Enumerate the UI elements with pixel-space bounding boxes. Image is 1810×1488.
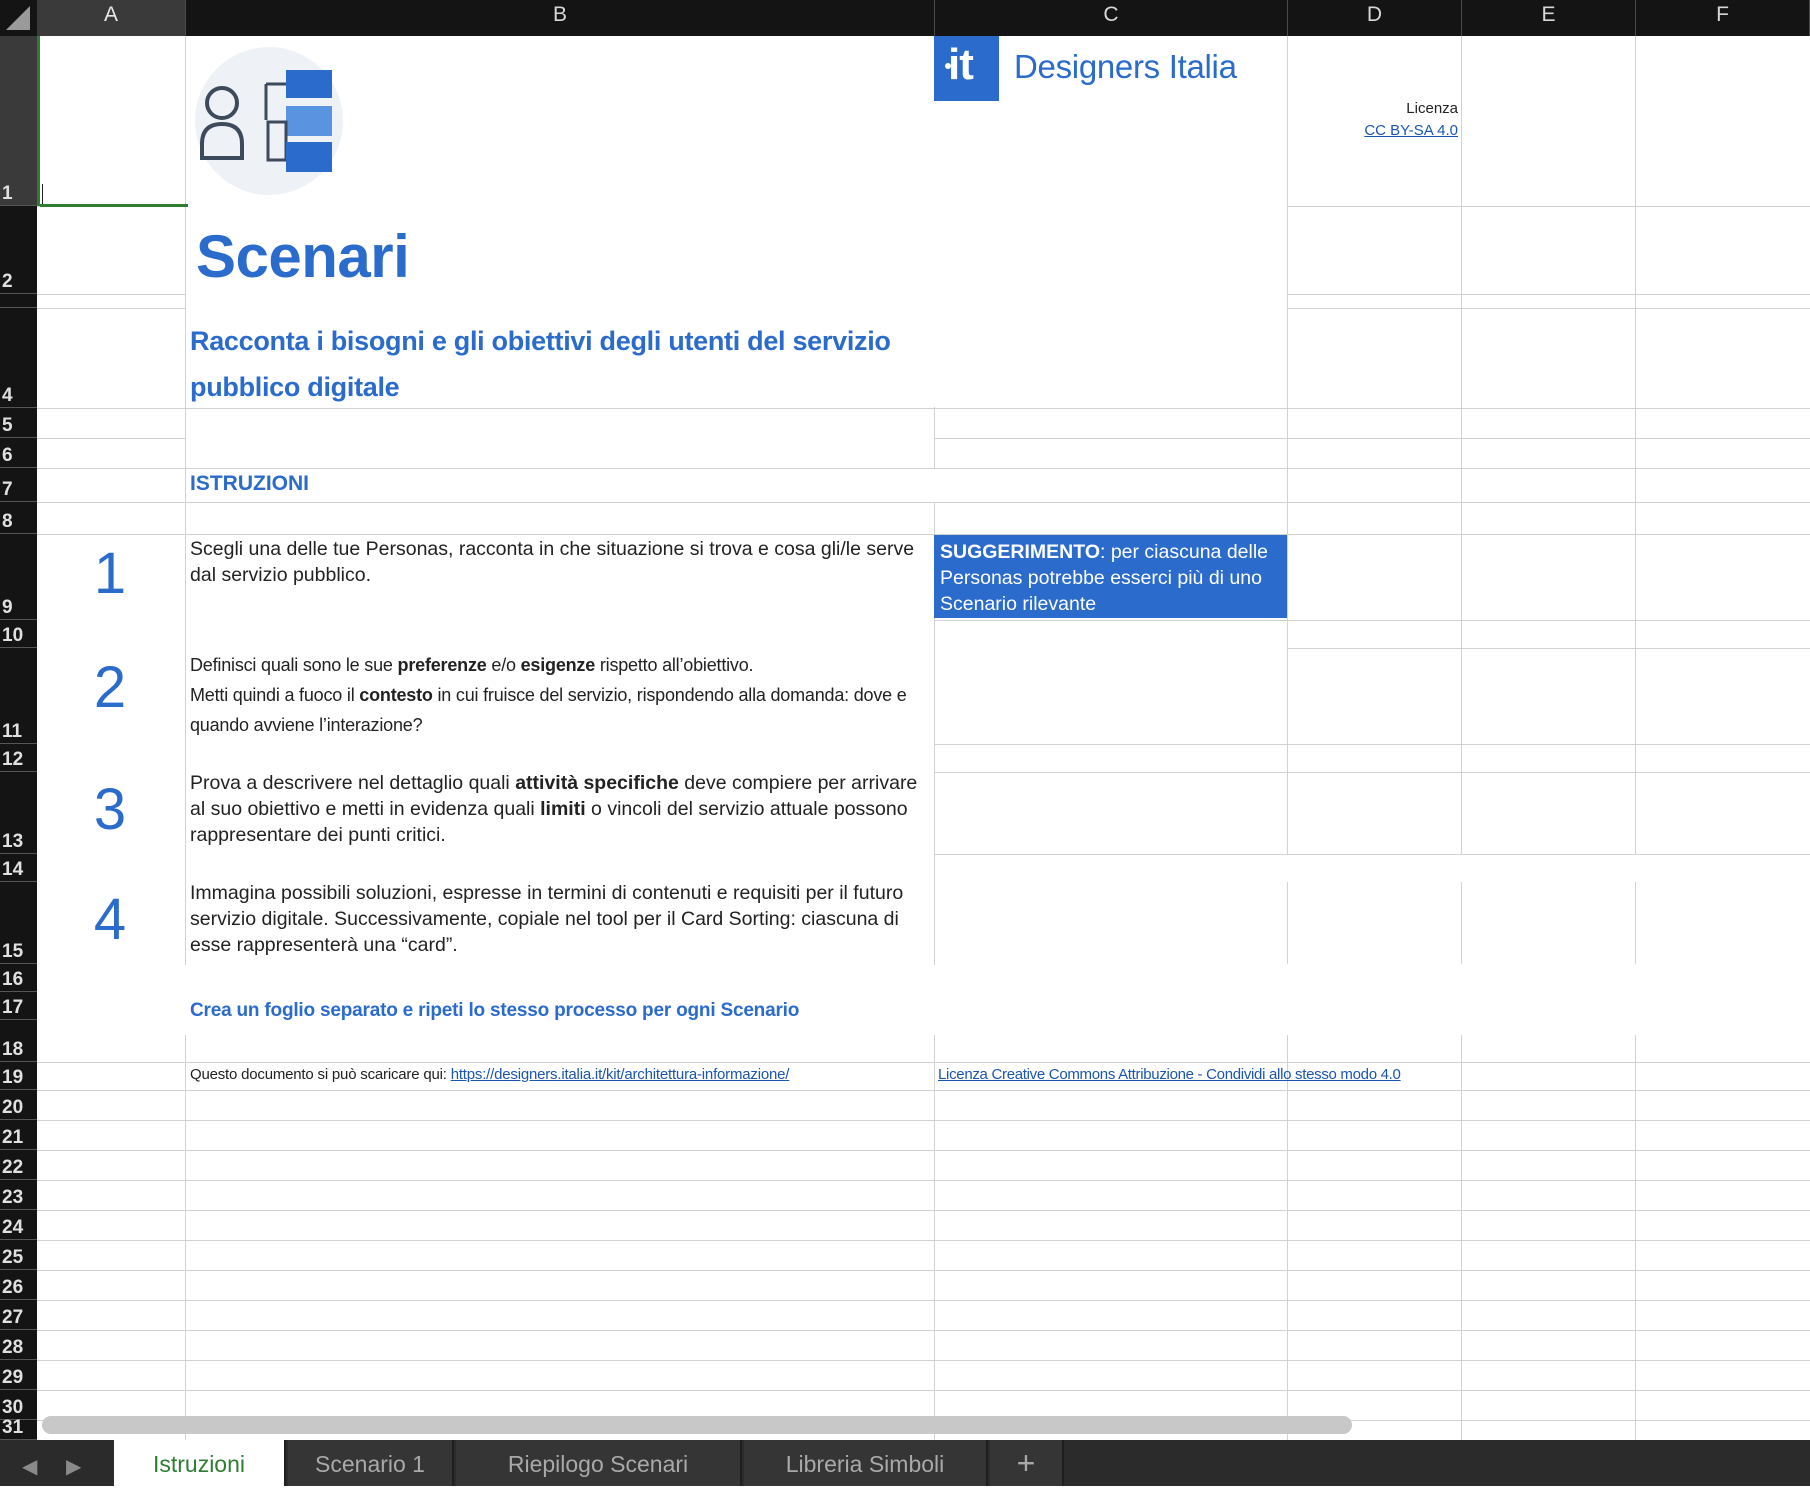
row-header-8[interactable]: 8 — [0, 502, 37, 534]
page-subtitle: Racconta i bisogni e gli obiettivi degli… — [190, 326, 891, 402]
tab-riepilogo-scenari[interactable]: Riepilogo Scenari — [456, 1440, 742, 1486]
text-cursor — [42, 184, 43, 204]
row-header-4[interactable]: 4 — [0, 308, 37, 408]
step-number-3: 3 — [93, 777, 127, 842]
row-header-11[interactable]: 11 — [0, 648, 37, 744]
step-number-2: 2 — [93, 655, 127, 720]
add-sheet-button[interactable]: + — [990, 1440, 1064, 1486]
row-header-1[interactable]: 1 — [0, 36, 37, 206]
license-link[interactable]: CC BY-SA 4.0 — [1300, 122, 1458, 139]
download-note: Questo documento si può scaricare qui: h… — [190, 1066, 790, 1083]
cc-license-link[interactable]: Licenza Creative Commons Attribuzione - … — [938, 1066, 1401, 1083]
license-label: Licenza — [1406, 100, 1458, 117]
row-header-22[interactable]: 22 — [0, 1150, 37, 1180]
repeat-note: Crea un foglio separato e ripeti lo stes… — [190, 1000, 800, 1021]
row-header-17[interactable]: 17 — [0, 992, 37, 1020]
column-header-f[interactable]: F — [1636, 0, 1810, 36]
row-header-27[interactable]: 27 — [0, 1300, 37, 1330]
selected-cell-border — [37, 36, 40, 206]
row-header-15[interactable]: 15 — [0, 882, 37, 964]
row-header-2[interactable]: 2 — [0, 206, 37, 294]
row-header-13[interactable]: 13 — [0, 772, 37, 854]
instructions-heading: ISTRUZIONI — [190, 472, 309, 495]
step-3-text: Prova a descrivere nel dettaglio quali a… — [190, 772, 918, 846]
row-header-20[interactable]: 20 — [0, 1090, 37, 1120]
row-header-7[interactable]: 7 — [0, 468, 37, 502]
row-header-25[interactable]: 25 — [0, 1240, 37, 1270]
tab-libreria-simboli[interactable]: Libreria Simboli — [744, 1440, 988, 1486]
page-title: Scenari — [196, 223, 410, 290]
row-header-18[interactable]: 18 — [0, 1020, 37, 1062]
row-header-9[interactable]: 9 — [0, 534, 37, 620]
previous-sheet-icon[interactable]: ◀ — [22, 1454, 37, 1479]
select-all-icon — [6, 6, 30, 30]
row-header-16[interactable]: 16 — [0, 964, 37, 992]
persona-structure-illustration — [195, 47, 343, 195]
step-4-text: Immagina possibili soluzioni, espresse i… — [190, 882, 904, 956]
next-sheet-icon[interactable]: ▶ — [66, 1454, 81, 1479]
selected-cell-underline — [40, 204, 188, 207]
row-header-28[interactable]: 28 — [0, 1330, 37, 1360]
column-header-b[interactable]: B — [186, 0, 935, 36]
row-header-10[interactable]: 10 — [0, 620, 37, 648]
row-header-24[interactable]: 24 — [0, 1210, 37, 1240]
column-header-c[interactable]: C — [935, 0, 1288, 36]
row-header-19[interactable]: 19 — [0, 1062, 37, 1090]
column-header-e[interactable]: E — [1462, 0, 1636, 36]
select-all-corner[interactable] — [0, 0, 37, 36]
row-header-3[interactable] — [0, 294, 37, 308]
download-link[interactable]: https://designers.italia.it/kit/architet… — [451, 1066, 790, 1083]
step-2-text: Definisci quali sono le sue preferenze e… — [190, 655, 907, 735]
designers-italia-logo-text: Designers Italia — [1014, 48, 1237, 85]
tip-box: SUGGERIMENTO: per ciascuna delle Persona… — [934, 535, 1287, 618]
tip-label: SUGGERIMENTO — [940, 541, 1100, 563]
tab-istruzioni[interactable]: Istruzioni — [114, 1440, 286, 1486]
step-1-text: Scegli una delle tue Personas, racconta … — [190, 538, 915, 586]
row-header-26[interactable]: 26 — [0, 1270, 37, 1300]
row-header-31[interactable]: 31 — [0, 1417, 37, 1440]
designers-italia-logo-icon: it — [934, 36, 999, 101]
column-header-a[interactable]: A — [37, 0, 186, 36]
column-header-d[interactable]: D — [1288, 0, 1462, 36]
step-number-4: 4 — [93, 887, 127, 952]
row-header-6[interactable]: 6 — [0, 438, 37, 468]
row-header-30[interactable]: 30 — [0, 1390, 37, 1420]
row-header-5[interactable]: 5 — [0, 408, 37, 438]
step-number-1: 1 — [93, 541, 127, 606]
row-header-23[interactable]: 23 — [0, 1180, 37, 1210]
row-header-14[interactable]: 14 — [0, 854, 37, 882]
row-header-29[interactable]: 29 — [0, 1360, 37, 1390]
tab-scenario-1[interactable]: Scenario 1 — [288, 1440, 454, 1486]
row-header-12[interactable]: 12 — [0, 744, 37, 772]
row-header-21[interactable]: 21 — [0, 1120, 37, 1150]
horizontal-scrollbar[interactable] — [42, 1416, 1352, 1434]
